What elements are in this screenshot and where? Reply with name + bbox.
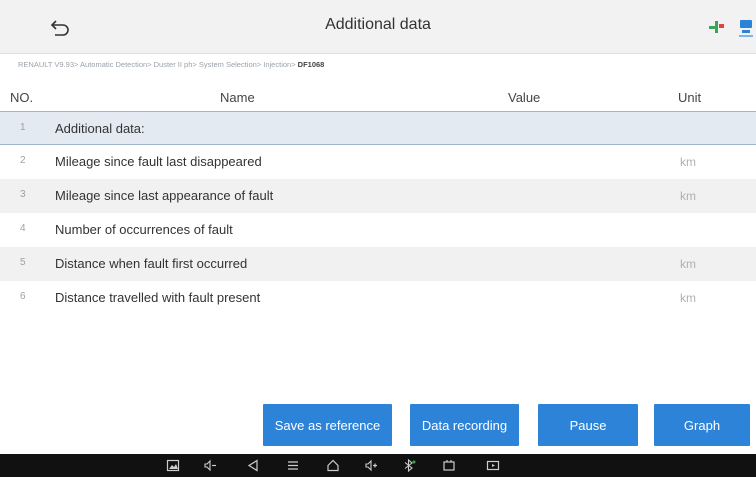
pause-button[interactable]: Pause: [538, 404, 638, 446]
column-header-unit: Unit: [678, 90, 702, 105]
row-number: 1: [20, 122, 26, 133]
row-number: 5: [20, 257, 26, 268]
menu-icon[interactable]: [286, 459, 300, 472]
table-row[interactable]: 1 Additional data:: [0, 111, 756, 145]
row-name: Mileage since last appearance of fault: [55, 188, 274, 203]
screenshot-icon[interactable]: [166, 459, 180, 472]
row-unit: km: [680, 291, 696, 305]
row-unit: km: [680, 155, 696, 169]
breadcrumb: RENAULT V9.93> Automatic Detection> Dust…: [18, 60, 324, 69]
row-name: Distance when fault first occurred: [55, 256, 248, 271]
row-name: Additional data:: [55, 121, 145, 136]
page-title: Additional data: [325, 16, 431, 33]
volume-up-icon[interactable]: [364, 459, 378, 472]
blue-device-icon[interactable]: [738, 18, 756, 42]
system-nav-bar: [0, 454, 756, 477]
save-as-reference-button[interactable]: Save as reference: [263, 404, 392, 446]
recent-apps-icon[interactable]: [486, 459, 500, 472]
row-name: Number of occurrences of fault: [55, 222, 233, 237]
column-header-value: Value: [508, 90, 541, 105]
row-name: Distance travelled with fault present: [55, 290, 261, 305]
row-number: 2: [20, 155, 26, 166]
table-row[interactable]: 5 Distance when fault first occurred km: [0, 247, 756, 281]
vci-icon[interactable]: [442, 459, 456, 472]
breadcrumb-current: DF1068: [297, 60, 325, 69]
row-number: 4: [20, 223, 26, 234]
table-row[interactable]: 2 Mileage since fault last disappeared k…: [0, 145, 756, 179]
back-icon[interactable]: [246, 459, 260, 472]
table-row[interactable]: 6 Distance travelled with fault present …: [0, 281, 756, 315]
table-row[interactable]: 3 Mileage since last appearance of fault…: [0, 179, 756, 213]
data-recording-button[interactable]: Data recording: [410, 404, 519, 446]
row-unit: km: [680, 257, 696, 271]
home-icon[interactable]: [326, 459, 340, 472]
row-name: Mileage since fault last disappeared: [55, 154, 262, 169]
row-number: 6: [20, 291, 26, 302]
volume-down-icon[interactable]: [203, 459, 217, 472]
app-header: Additional data: [0, 0, 756, 54]
green-tool-icon[interactable]: [706, 18, 726, 38]
row-unit: km: [680, 189, 696, 203]
graph-button[interactable]: Graph: [654, 404, 750, 446]
column-header-name: Name: [220, 90, 255, 105]
breadcrumb-path: RENAULT V9.93> Automatic Detection> Dust…: [18, 60, 298, 69]
bluetooth-icon[interactable]: [402, 458, 416, 473]
row-number: 3: [20, 189, 26, 200]
column-header-no: NO.: [10, 90, 34, 105]
table-row[interactable]: 4 Number of occurrences of fault: [0, 213, 756, 247]
